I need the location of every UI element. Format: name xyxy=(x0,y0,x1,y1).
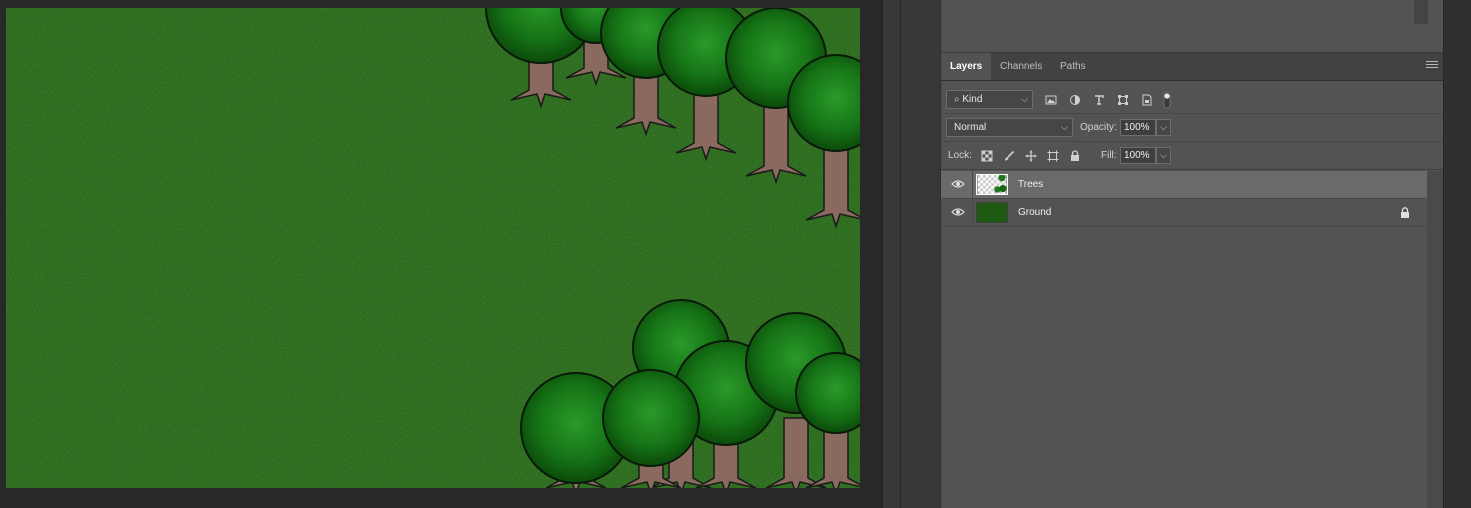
lock-image-icon[interactable] xyxy=(1003,150,1015,162)
canvas-area xyxy=(0,0,882,508)
chevron-down-icon: ⌵ xyxy=(1021,94,1028,104)
filter-kind-label: Kind xyxy=(962,94,983,105)
forest-scene xyxy=(6,8,860,488)
shape-filter-icon[interactable] xyxy=(1117,94,1129,106)
layers-scrollbar[interactable] xyxy=(1427,171,1444,508)
fill-label: Fill: xyxy=(1101,150,1117,161)
layer-filter-row: ⌕ Kind ⌵ xyxy=(941,87,1444,114)
blend-mode-value: Normal xyxy=(954,122,987,133)
lock-artboard-icon[interactable] xyxy=(1047,150,1059,162)
filter-kind-dropdown[interactable]: ⌕ Kind ⌵ xyxy=(946,90,1033,109)
lock-transparent-icon[interactable] xyxy=(981,150,993,162)
panel-menu-icon[interactable] xyxy=(1426,61,1438,71)
lock-row: Lock: Fill: 100% ⌵ xyxy=(941,143,1444,170)
panel-tabbar: Layers Channels Paths xyxy=(941,53,1444,81)
filter-toggle-icon[interactable] xyxy=(1163,91,1171,109)
blend-mode-row: Normal ⌵ Opacity: 100% ⌵ xyxy=(941,115,1444,142)
panel-dock-gutter xyxy=(882,0,941,508)
tab-channels[interactable]: Channels xyxy=(991,53,1051,80)
smart-object-filter-icon[interactable] xyxy=(1141,94,1153,106)
type-filter-icon[interactable] xyxy=(1093,94,1105,106)
tree-crown xyxy=(602,369,700,467)
visibility-divider xyxy=(972,171,973,198)
opacity-slider-toggle[interactable]: ⌵ xyxy=(1156,119,1171,136)
lock-all-icon[interactable] xyxy=(1069,150,1081,162)
tab-paths[interactable]: Paths xyxy=(1051,53,1097,80)
opacity-input[interactable]: 100% xyxy=(1120,119,1156,136)
layers-list: Trees Ground xyxy=(941,171,1427,508)
ground-thumbnail xyxy=(976,202,1008,223)
fill-input[interactable]: 100% xyxy=(1120,147,1156,164)
tab-layers[interactable]: Layers xyxy=(941,53,991,80)
upper-panel xyxy=(941,0,1444,53)
trees-thumbnail xyxy=(976,174,1008,195)
layer-lock-icon[interactable] xyxy=(1400,207,1410,218)
lock-position-icon[interactable] xyxy=(1025,150,1037,162)
visibility-divider xyxy=(972,199,973,226)
layers-panel: Layers Channels Paths ⌕ Kind ⌵ Normal ⌵ … xyxy=(940,0,1444,508)
lock-label: Lock: xyxy=(948,150,972,161)
upper-panel-scrollbar[interactable] xyxy=(1414,0,1428,24)
opacity-label: Opacity: xyxy=(1080,122,1117,133)
fill-slider-toggle[interactable]: ⌵ xyxy=(1156,147,1171,164)
visibility-eye-icon[interactable] xyxy=(951,179,965,189)
visibility-eye-icon[interactable] xyxy=(951,207,965,217)
image-filter-icon[interactable] xyxy=(1045,94,1057,106)
search-icon: ⌕ xyxy=(954,94,960,105)
layer-row-ground[interactable]: Ground xyxy=(941,199,1427,227)
chevron-down-icon: ⌵ xyxy=(1061,122,1068,132)
blend-mode-dropdown[interactable]: Normal ⌵ xyxy=(946,118,1073,137)
layer-name-trees[interactable]: Trees xyxy=(1018,179,1043,190)
chevron-down-icon: ⌵ xyxy=(1160,122,1167,132)
far-right-dock xyxy=(1443,0,1471,508)
document-canvas[interactable] xyxy=(6,8,860,488)
chevron-down-icon: ⌵ xyxy=(1160,150,1167,160)
adjustment-filter-icon[interactable] xyxy=(1069,94,1081,106)
layer-name-ground[interactable]: Ground xyxy=(1018,207,1051,218)
layer-row-trees[interactable]: Trees xyxy=(941,171,1427,199)
dock-divider xyxy=(900,0,901,508)
